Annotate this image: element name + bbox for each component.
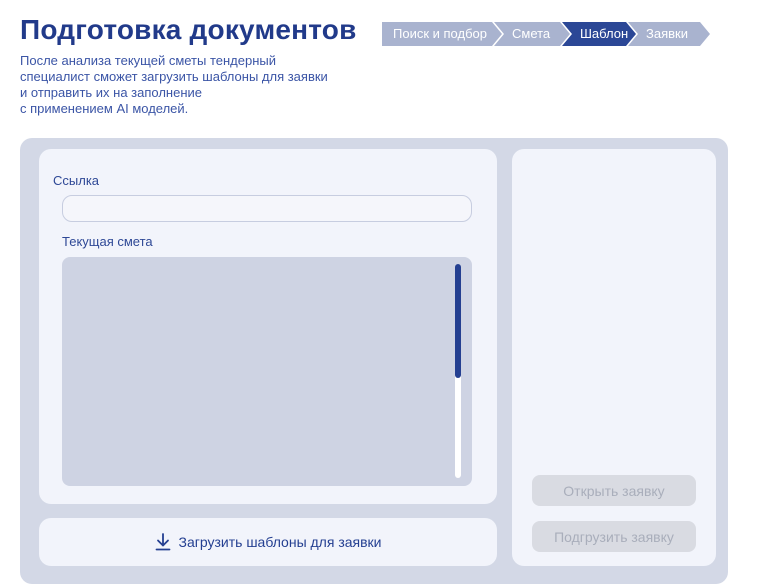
upload-templates-button[interactable]: Загрузить шаблоны для заявки bbox=[39, 518, 497, 566]
estimate-scrollbar[interactable] bbox=[455, 264, 461, 478]
step-template[interactable]: Шаблон bbox=[562, 22, 636, 46]
step-estimate[interactable]: Смета bbox=[494, 22, 570, 46]
upload-templates-label: Загрузить шаблоны для заявки bbox=[178, 534, 382, 550]
estimate-scrollbar-thumb[interactable] bbox=[455, 264, 461, 378]
page-description: После анализа текущей сметы тендерный сп… bbox=[20, 53, 328, 116]
progress-steps: Поиск и подбор Смета Шаблон Заявки bbox=[382, 22, 702, 46]
step-applications[interactable]: Заявки bbox=[628, 22, 710, 46]
current-estimate-area bbox=[62, 257, 472, 486]
download-icon bbox=[155, 533, 170, 551]
link-label: Ссылка bbox=[53, 173, 100, 188]
step-search[interactable]: Поиск и подбор bbox=[382, 22, 502, 46]
load-application-button[interactable]: Подгрузить заявку bbox=[532, 521, 696, 552]
link-input[interactable] bbox=[62, 195, 472, 222]
current-estimate-label: Текущая смета bbox=[62, 234, 153, 249]
open-application-button[interactable]: Открыть заявку bbox=[532, 475, 696, 506]
page-title: Подготовка документов bbox=[20, 14, 357, 45]
